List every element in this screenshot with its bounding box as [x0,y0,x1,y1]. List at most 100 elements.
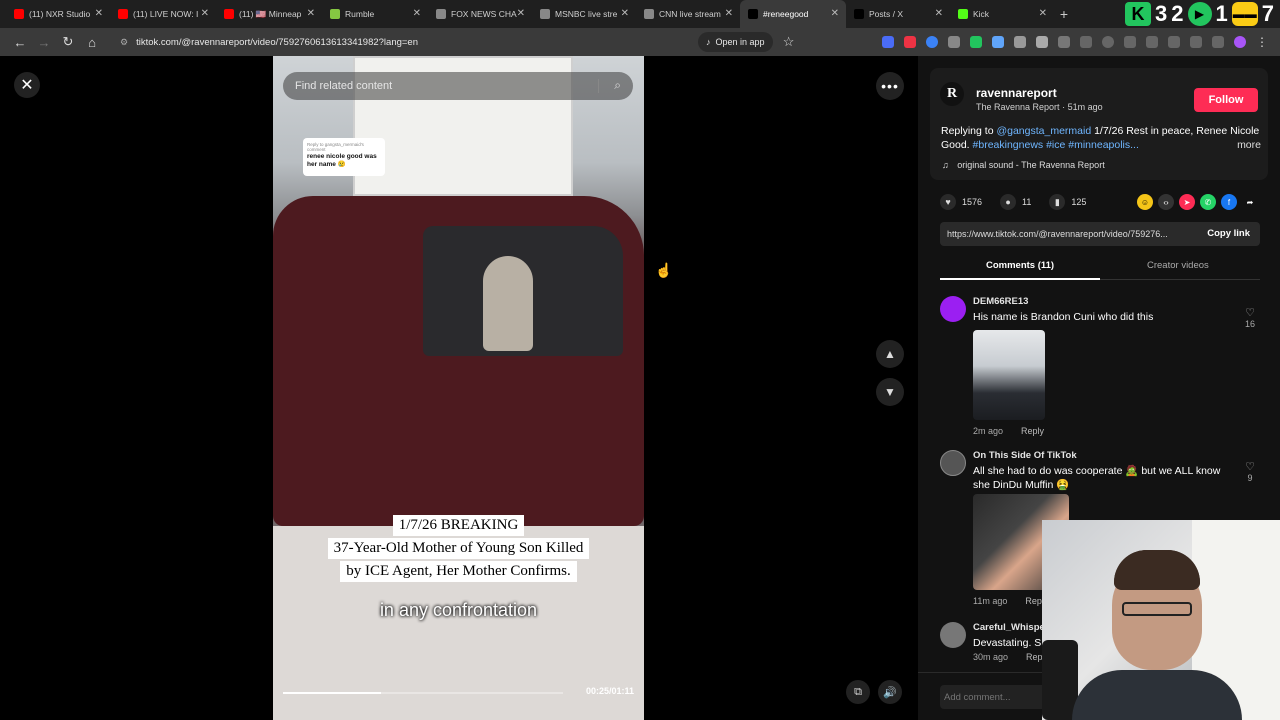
history-icon[interactable] [1102,36,1114,48]
tab-close-icon[interactable]: ✕ [1039,8,1047,19]
more-options-button[interactable]: ••• [876,72,904,100]
tab-close-icon[interactable]: ✕ [307,8,315,19]
media-icon[interactable] [1212,36,1224,48]
desc-more-button[interactable]: more [1237,138,1261,152]
tab-close-icon[interactable]: ✕ [517,8,525,19]
extension-icon[interactable] [970,36,982,48]
browser-tab-bar: (11) NXR Studio ✕ (11) LIVE NOW: I ✕ (11) 🇺🇸… [0,0,1280,28]
site-info-icon[interactable]: ⚙ [120,37,128,48]
browser-tab[interactable]: (11) NXR Studio ✕ [6,0,110,28]
creator-avatar[interactable]: R [940,82,964,106]
url-field[interactable]: ⚙ tiktok.com/@ravennareport/video/759276… [112,31,692,53]
extension-icon[interactable] [992,36,1004,48]
previous-video-button[interactable]: ▲ [876,340,904,368]
tab-close-icon[interactable]: ✕ [725,8,733,19]
reload-icon[interactable]: ↻ [56,34,80,50]
video-link-box: https://www.tiktok.com/@ravennareport/vi… [940,222,1260,246]
extension-icon[interactable] [948,36,960,48]
whatsapp-icon[interactable]: ✆ [1200,194,1216,210]
tab-label: CNN live stream [659,9,721,19]
reply-button[interactable]: Reply [1021,426,1044,436]
browser-tab[interactable]: Rumble ✕ [322,0,428,28]
copy-link-button[interactable]: Copy link [1207,228,1250,239]
extension-icon[interactable] [926,36,938,48]
kebab-menu-icon[interactable]: ⋮ [1256,35,1268,49]
desc-mention-link[interactable]: @gangsta_mermaid [996,125,1091,137]
caption-line: 1/7/26 BREAKING [392,515,525,536]
video-progress-bar[interactable] [283,692,563,694]
home-icon[interactable]: ⌂ [80,35,104,50]
next-video-button[interactable]: ▼ [876,378,904,406]
like-button[interactable]: ♥ 1576 [940,194,982,210]
tab-comments[interactable]: Comments (11) [986,260,1054,271]
extension-icon[interactable] [904,36,916,48]
extension-icon[interactable] [1124,36,1136,48]
browser-tab[interactable]: Posts / X ✕ [846,0,950,28]
browser-tab[interactable]: Kick ✕ [950,0,1054,28]
sound-link[interactable]: ♫ original sound - The Ravenna Report [942,160,1105,170]
browser-tab[interactable]: (11) 🇺🇸 Minneap ✕ [216,0,322,28]
creator-username[interactable]: ravennareport [976,86,1057,100]
embed-code-icon[interactable]: ‹› [1158,194,1174,210]
tab-creator-videos[interactable]: Creator videos [1147,260,1209,271]
new-tab-button[interactable]: + [1054,6,1074,22]
find-related-search[interactable]: Find related content ⌕ [283,72,633,100]
tab-favicon-icon [436,9,446,19]
tab-close-icon[interactable]: ✕ [831,8,839,19]
bookmark-star-icon[interactable]: ☆ [777,34,801,50]
comment-author[interactable]: Careful_Whisper [973,622,1049,633]
volume-button[interactable]: 🔊 [878,680,902,704]
browser-tab[interactable]: (11) LIVE NOW: I ✕ [110,0,216,28]
comment-button[interactable]: ● 11 [1000,194,1031,210]
profile-avatar[interactable] [1234,36,1246,48]
video-player[interactable]: Find related content ⌕ Reply to gangsta_… [273,56,644,720]
save-button[interactable]: ▮ 125 [1049,194,1086,210]
extension-icon[interactable] [1058,36,1070,48]
sidebar-icon[interactable] [1168,36,1180,48]
desc-hashtags[interactable]: #breakingnews #ice #minneapolis... [973,139,1139,151]
comment-avatar[interactable] [940,450,966,476]
forward-icon[interactable]: → [32,35,56,50]
comment-avatar[interactable] [940,622,966,648]
close-button[interactable]: ✕ [14,72,40,98]
sticker-top: Reply to gangsta_mermaid's comment [307,142,364,153]
extension-icon[interactable] [1036,36,1048,48]
code-icon[interactable] [1146,36,1158,48]
comment-author[interactable]: On This Side Of TikTok [973,450,1077,461]
back-icon[interactable]: ← [8,35,32,50]
creator-display-name: The Ravenna Report [976,102,1060,112]
open-in-app-button[interactable]: ♪ Open in app [698,32,773,52]
share-arrow-icon[interactable]: ➦ [1242,194,1258,210]
browser-tab[interactable]: FOX NEWS CHA ✕ [428,0,532,28]
browser-tab[interactable]: #reneegood ✕ [740,0,846,28]
extension-icon[interactable] [882,36,894,48]
pip-button[interactable]: ⧉ [846,680,870,704]
browser-tab[interactable]: CNN live stream ✕ [636,0,740,28]
heart-icon: ♥ [940,194,956,210]
comment-image[interactable] [973,330,1045,420]
tab-close-icon[interactable]: ✕ [95,8,103,19]
facebook-icon[interactable]: f [1221,194,1237,210]
tab-close-icon[interactable]: ✕ [201,8,209,19]
desc-prefix: Replying to [941,125,997,137]
puzzle-icon[interactable] [1080,36,1092,48]
extension-icon[interactable] [1014,36,1026,48]
webcam-overlay [1042,520,1280,720]
tab-favicon-icon [118,9,128,19]
sticker-text: renee nicole good was her name 😢 [307,152,377,168]
tab-close-icon[interactable]: ✕ [935,8,943,19]
browser-tab[interactable]: MSNBC live stre ✕ [532,0,636,28]
tab-close-icon[interactable]: ✕ [621,8,629,19]
embed-friends-icon[interactable]: ☺ [1137,194,1153,210]
send-icon[interactable]: ➤ [1179,194,1195,210]
engagement-stats: ♥ 1576 ● 11 ▮ 125 [940,192,1104,212]
save-count: 125 [1071,197,1087,207]
follow-button[interactable]: Follow [1194,88,1258,112]
comment-like-button[interactable]: ♡ 16 [1240,306,1260,329]
tab-close-icon[interactable]: ✕ [413,8,421,19]
search-icon[interactable]: ⌕ [614,78,621,93]
comment-like-button[interactable]: ♡ 9 [1240,460,1260,483]
comment-avatar[interactable] [940,296,966,322]
comment-author[interactable]: DEM66RE13 [973,296,1028,307]
extension-icon[interactable] [1190,36,1202,48]
